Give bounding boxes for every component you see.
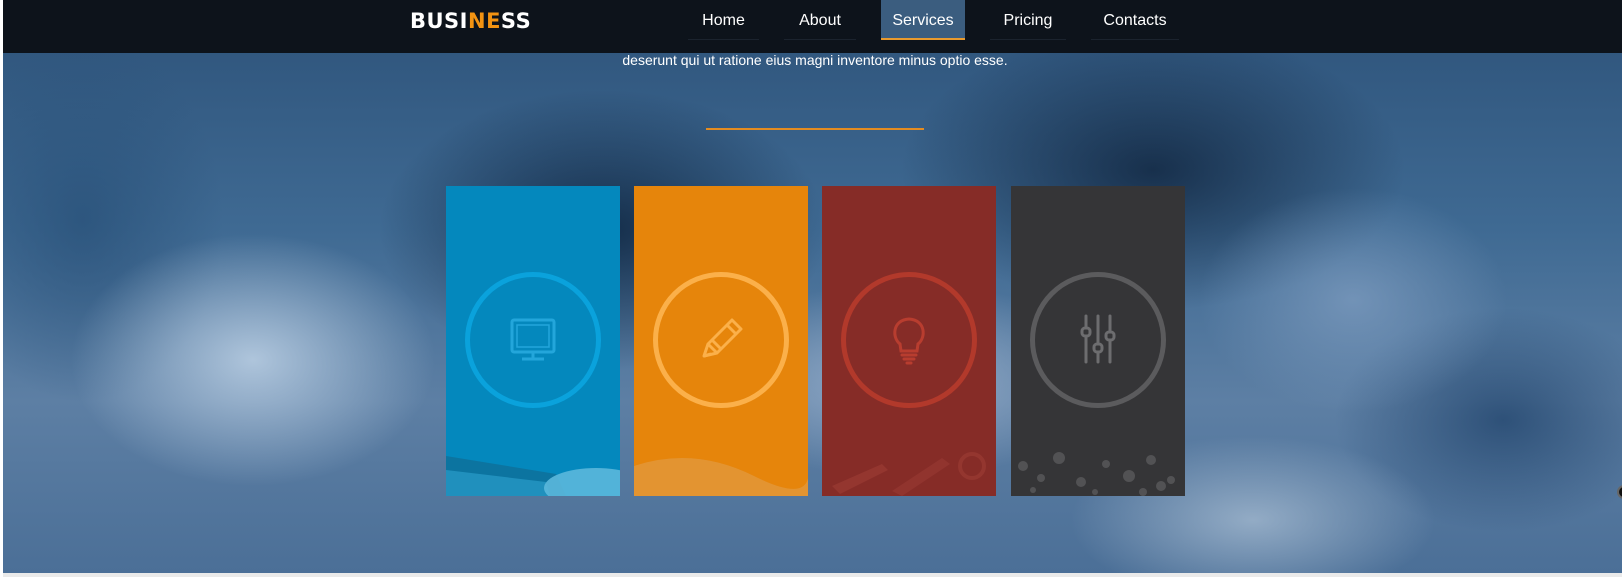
card-bottom-art (446, 456, 620, 496)
service-card-settings[interactable] (1011, 186, 1185, 496)
section-divider (706, 128, 924, 130)
brand-logo[interactable]: BUSINESS (410, 9, 531, 33)
logo-text-end: SS (500, 9, 532, 33)
monitor-icon (510, 318, 556, 361)
nav-contacts[interactable]: Contacts (1091, 0, 1179, 40)
page: BUSINESS Home About Services Pricing Con… (0, 0, 1622, 577)
logo-text-accent: NE (468, 9, 501, 33)
service-card-design[interactable] (446, 186, 620, 496)
service-card-ideas[interactable] (822, 186, 996, 496)
hero-background (3, 0, 1622, 573)
card-bottom-art (832, 452, 986, 496)
hero-bottom-edge (0, 573, 1622, 577)
pencil-icon (702, 318, 743, 358)
service-card-development[interactable] (634, 186, 808, 496)
left-edge-strip (0, 0, 3, 577)
lightbulb-icon (893, 317, 925, 365)
card-bottom-art (634, 458, 808, 496)
top-navbar: BUSINESS Home About Services Pricing Con… (3, 0, 1622, 53)
nav-home[interactable]: Home (688, 0, 759, 40)
equalizer-sliders-icon (1080, 314, 1116, 364)
card-bottom-art (1018, 452, 1175, 496)
nav-services[interactable]: Services (881, 0, 965, 40)
nav-pricing[interactable]: Pricing (990, 0, 1066, 40)
logo-text-start: BUSI (410, 9, 468, 33)
nav-about[interactable]: About (784, 0, 856, 40)
hero-description: deserunt qui ut ratione eius magni inven… (622, 52, 1008, 68)
